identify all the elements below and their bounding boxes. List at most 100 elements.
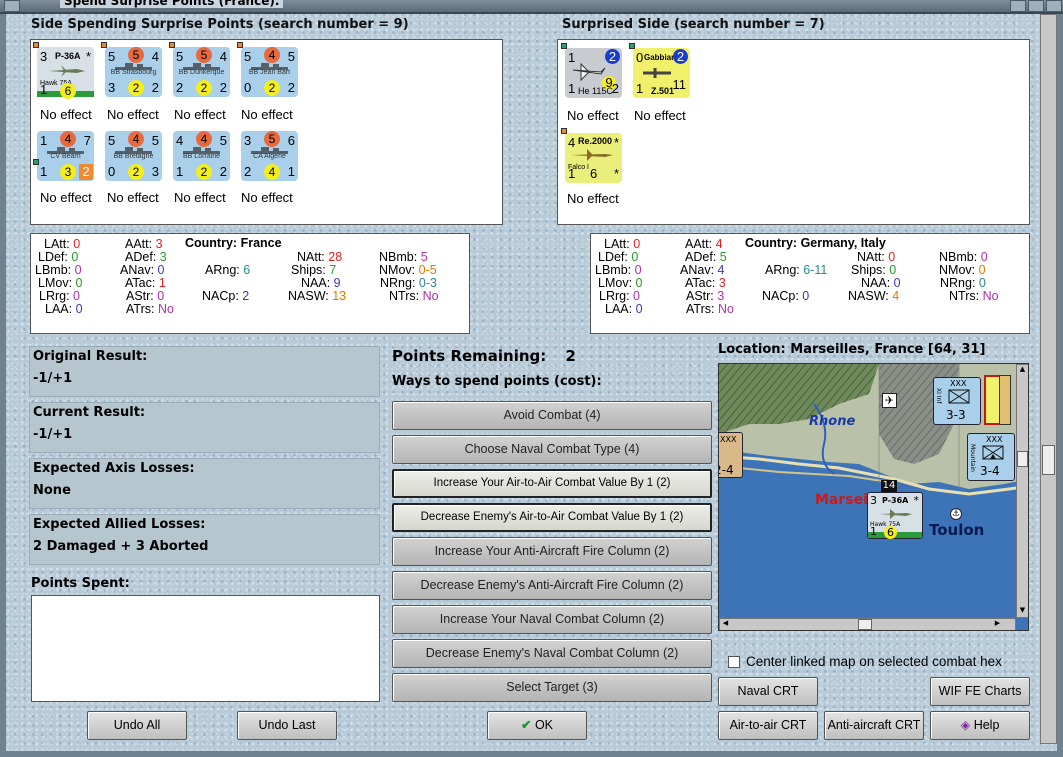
- unit-effect: No effect: [634, 108, 686, 123]
- counter-subname: Z.501: [651, 86, 675, 96]
- unit-counter-re2000[interactable]: 4 Re.2000 * Falco I 1 6 *: [561, 128, 622, 183]
- increase-anti-aircraft-option[interactable]: Increase Your Anti-Aircraft Fire Column …: [392, 537, 712, 566]
- counter-value: 4: [264, 164, 280, 180]
- counter-value: 5: [128, 47, 144, 63]
- undo-all-button[interactable]: Undo All: [87, 711, 187, 740]
- unit-counter-bb-jean-bart[interactable]: 5 4 5 BB Jean Bart 0 2 2: [237, 42, 298, 97]
- undo-last-button[interactable]: Undo Last: [237, 711, 337, 740]
- points-spent-list[interactable]: [31, 595, 380, 702]
- linked-map[interactable]: Rhone Marsei Toulon ⚓ ✈ XXX XI Inf 3-3 X…: [718, 363, 1029, 631]
- stat-nmov: 0-5: [418, 263, 437, 277]
- counter-value: 1: [568, 81, 576, 96]
- help-button[interactable]: ◈ Help: [930, 711, 1030, 740]
- unit-effect: No effect: [107, 107, 159, 122]
- air-to-air-crt-button[interactable]: Air-to-air CRT: [718, 711, 818, 740]
- points-spent-label: Points Spent:: [31, 576, 130, 591]
- system-menu-icon[interactable]: [4, 0, 20, 12]
- close-icon[interactable]: [1046, 0, 1062, 12]
- minimize-icon[interactable]: [1010, 0, 1026, 12]
- stat-lbmb: 0: [74, 263, 82, 277]
- surprised-side-header: Surprised Side (search number = 7): [562, 17, 825, 32]
- counter-value: 4: [128, 131, 144, 147]
- counter-value: 2: [287, 80, 295, 95]
- counter-value: 2: [128, 80, 144, 96]
- plane-icon: [880, 509, 912, 519]
- center-map-checkbox-label: Center linked map on selected combat hex: [746, 654, 1002, 669]
- counter-value: 1: [568, 166, 576, 181]
- counter-value: 1: [636, 81, 644, 96]
- wif-fe-charts-button[interactable]: WIF FE Charts: [930, 677, 1030, 706]
- avoid-combat-option[interactable]: Avoid Combat (4): [392, 401, 712, 430]
- unit-counter-he115c[interactable]: 1 2 9 1 He 115C 2: [561, 43, 622, 98]
- decrease-enemy-air-to-air-option[interactable]: Decrease Enemy's Air-to-Air Combat Value…: [392, 503, 712, 532]
- nation-flag-icon: [101, 42, 107, 48]
- stat-latt: 0: [73, 237, 81, 251]
- window-frame-left: [0, 14, 6, 757]
- stat-lmov: 0: [75, 276, 83, 290]
- ok-button[interactable]: ✔ OK: [487, 711, 587, 740]
- expected-axis-losses-box: Expected Axis Losses: None: [29, 458, 380, 509]
- allied-losses-value: 2 Damaged + 3 Aborted: [33, 539, 209, 554]
- scrollbar-thumb[interactable]: [1042, 445, 1055, 475]
- country-value: France: [240, 236, 282, 250]
- scrollbar-thumb[interactable]: [858, 619, 872, 630]
- nation-flag-icon: [561, 43, 567, 49]
- maximize-icon[interactable]: [1028, 0, 1044, 12]
- original-result-value: -1/+1: [33, 371, 73, 386]
- counter-value: 0: [108, 164, 116, 179]
- unit-counter-p36a[interactable]: 3 P-36A * Hawk 75A 1 6: [33, 42, 94, 99]
- corps-counter-partial[interactable]: XXX 2-4: [719, 432, 743, 478]
- unit-counter-ca-algerie[interactable]: 3 5 6 CA Algerie 2 4 1: [241, 131, 298, 181]
- counter-value: 1: [287, 164, 295, 179]
- decrease-enemy-naval-combat-option[interactable]: Decrease Enemy's Naval Combat Column (2): [392, 639, 712, 668]
- counter-value: 1: [870, 525, 877, 538]
- map-vertical-scrollbar[interactable]: ▲ ▼: [1016, 364, 1028, 618]
- nation-flag-icon: [33, 42, 39, 48]
- counter-value: 2: [219, 80, 227, 95]
- increase-naval-combat-option[interactable]: Increase Your Naval Combat Column (2): [392, 605, 712, 634]
- increase-air-to-air-option[interactable]: Increase Your Air-to-Air Combat Value By…: [392, 469, 712, 498]
- corps-counter-xi-inf[interactable]: XXX XI Inf 3-3: [933, 377, 981, 425]
- anti-aircraft-crt-button[interactable]: Anti-aircraft CRT: [824, 711, 924, 740]
- counter-name: BB Dunkerque: [178, 69, 225, 76]
- scroll-left-arrow-icon[interactable]: ◀: [720, 619, 731, 630]
- stat-nasw: 4: [892, 289, 900, 303]
- center-map-checkbox[interactable]: [728, 656, 740, 668]
- unit-counter-bb-bretagne[interactable]: 5 4 5 BB Bretagne 0 2 3: [105, 131, 162, 181]
- counter-value: 2: [244, 164, 252, 179]
- country-label: Country:: [745, 236, 798, 250]
- unit-counter-bb-strasbourg[interactable]: 5 5 4 BB Strasbourg 3 2 2: [101, 42, 162, 97]
- unit-counter-bb-lorraine[interactable]: 4 4 5 BB Lorraine 1 2 2: [173, 131, 230, 181]
- decrease-enemy-anti-aircraft-option[interactable]: Decrease Enemy's Anti-Aircraft Fire Colu…: [392, 571, 712, 600]
- counter-value: 2: [176, 80, 184, 95]
- stat-laa: 0: [635, 302, 643, 316]
- window-vertical-scrollbar[interactable]: [1040, 14, 1057, 744]
- scroll-up-arrow-icon[interactable]: ▲: [1017, 365, 1028, 376]
- scroll-down-arrow-icon[interactable]: ▼: [1017, 606, 1028, 617]
- scroll-right-arrow-icon[interactable]: ▶: [992, 619, 1003, 630]
- counter-value: 2: [219, 164, 227, 179]
- stack-count-badge: 14: [881, 480, 897, 492]
- unit-counter-cv-bearn[interactable]: 1 4 7 CV Bearn 1 3 2: [33, 131, 94, 181]
- counter-name: Re.2000: [578, 136, 613, 146]
- scrollbar-thumb[interactable]: [1017, 451, 1028, 467]
- unit-counter-z501[interactable]: 0 Gabbiano 2 11 Z.501 1: [629, 43, 690, 98]
- stat-ships: 0: [889, 263, 897, 277]
- unit-counter-bb-dunkerque[interactable]: 5 5 4 BB Dunkerque 2 2 2: [169, 42, 230, 97]
- surprised-side-stats: LAtt: 0 LDef: 0 LBmb: 0 LMov: 0 LRrg: 0 …: [590, 233, 1030, 334]
- map-horizontal-scrollbar[interactable]: ◀ ▶: [719, 618, 1016, 630]
- map-unit-p36a[interactable]: 3 P-36A * Hawk 75A 1 6: [867, 492, 923, 539]
- counter-value: 0: [636, 50, 644, 65]
- choose-naval-combat-type-option[interactable]: Choose Naval Combat Type (4): [392, 435, 712, 464]
- surprised-units-panel: [557, 39, 1030, 225]
- original-result-label: Original Result:: [33, 349, 148, 364]
- stat-naa: 9: [333, 276, 341, 290]
- nation-flag-icon: [169, 42, 175, 48]
- naval-crt-button[interactable]: Naval CRT: [718, 677, 818, 706]
- select-target-option[interactable]: Select Target (3): [392, 673, 712, 702]
- counter-value: 5: [219, 133, 227, 148]
- stat-naa: 0: [893, 276, 901, 290]
- corps-counter-mountain[interactable]: XXX Mountain 3-4: [967, 433, 1015, 481]
- stat-nrng: 0: [978, 276, 986, 290]
- counter-value: 3: [151, 164, 159, 179]
